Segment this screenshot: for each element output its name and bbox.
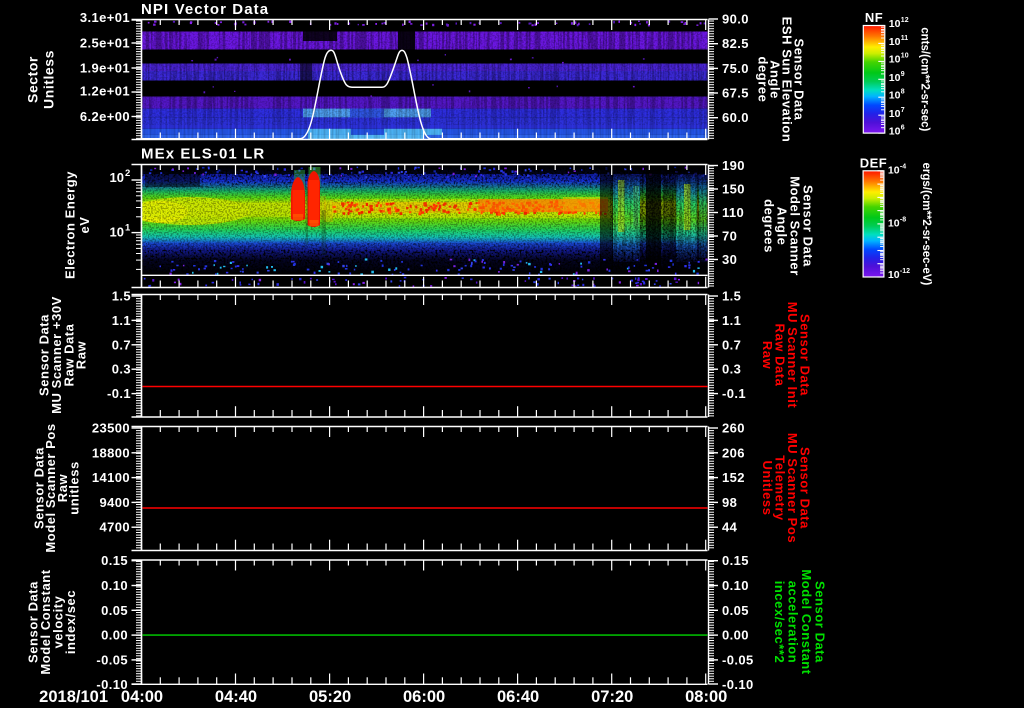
svg-text:2.5e+01: 2.5e+01 <box>80 35 130 50</box>
svg-text:206: 206 <box>722 445 745 460</box>
svg-text:23500: 23500 <box>92 421 130 436</box>
svg-text:10: 10 <box>901 53 909 60</box>
svg-text:98: 98 <box>722 495 737 510</box>
svg-text:0.10: 0.10 <box>101 578 128 593</box>
svg-text:6: 6 <box>901 124 905 131</box>
svg-text:18800: 18800 <box>92 445 130 460</box>
svg-text:2: 2 <box>125 168 130 179</box>
svg-text:07:20: 07:20 <box>591 688 633 706</box>
svg-text:260: 260 <box>722 421 745 436</box>
svg-text:Unitless: Unitless <box>760 461 775 516</box>
svg-text:7: 7 <box>901 107 905 114</box>
svg-text:2018/101: 2018/101 <box>39 688 108 706</box>
svg-text:0.05: 0.05 <box>101 603 128 618</box>
svg-text:-0.05: -0.05 <box>722 652 754 667</box>
svg-text:Raw: Raw <box>760 341 775 370</box>
svg-text:Sector: Sector <box>25 56 41 103</box>
svg-text:-8: -8 <box>900 216 906 223</box>
svg-text:11: 11 <box>901 35 909 42</box>
svg-text:10: 10 <box>889 54 901 66</box>
svg-text:90.0: 90.0 <box>722 12 749 27</box>
svg-text:1.1: 1.1 <box>112 313 131 328</box>
svg-text:1.5: 1.5 <box>722 289 741 304</box>
svg-text:05:20: 05:20 <box>309 688 351 706</box>
svg-text:10: 10 <box>889 36 901 48</box>
svg-text:14100: 14100 <box>92 470 130 485</box>
svg-text:0.00: 0.00 <box>101 628 128 643</box>
svg-text:0.15: 0.15 <box>722 553 749 568</box>
svg-text:10: 10 <box>110 170 124 185</box>
svg-text:Unitless: Unitless <box>41 50 57 109</box>
svg-text:190: 190 <box>722 158 745 173</box>
svg-text:-12: -12 <box>900 268 910 275</box>
svg-text:-0.05: -0.05 <box>96 652 128 667</box>
svg-text:0.3: 0.3 <box>112 362 131 377</box>
svg-text:DEF: DEF <box>860 155 888 170</box>
svg-text:-0.1: -0.1 <box>722 386 746 401</box>
svg-text:1.9e+01: 1.9e+01 <box>80 61 130 76</box>
svg-text:04:40: 04:40 <box>215 688 257 706</box>
svg-text:06:00: 06:00 <box>403 688 445 706</box>
svg-text:0.3: 0.3 <box>722 362 741 377</box>
svg-text:44: 44 <box>722 520 738 535</box>
svg-text:index/sec: index/sec <box>63 590 78 654</box>
svg-text:10: 10 <box>888 164 900 176</box>
svg-text:4700: 4700 <box>99 520 130 535</box>
svg-text:60.0: 60.0 <box>722 110 749 125</box>
svg-text:1.2e+01: 1.2e+01 <box>80 84 130 99</box>
svg-text:152: 152 <box>722 470 745 485</box>
svg-text:67.5: 67.5 <box>722 86 749 101</box>
svg-text:10: 10 <box>889 18 901 30</box>
svg-text:30: 30 <box>722 252 737 267</box>
svg-text:-0.1: -0.1 <box>107 386 131 401</box>
svg-text:cnts/(cm**2-sr-sec): cnts/(cm**2-sr-sec) <box>919 27 931 131</box>
svg-text:Electron Energy: Electron Energy <box>63 171 78 279</box>
svg-text:9400: 9400 <box>99 495 130 510</box>
svg-text:-4: -4 <box>900 163 906 170</box>
svg-text:NF: NF <box>865 10 883 25</box>
svg-text:110: 110 <box>722 205 744 220</box>
svg-text:incex/sec**2: incex/sec**2 <box>772 581 787 664</box>
svg-text:10: 10 <box>110 225 124 240</box>
svg-text:0.15: 0.15 <box>101 553 128 568</box>
svg-text:10: 10 <box>888 217 900 229</box>
svg-text:unitless: unitless <box>67 461 82 515</box>
svg-text:10: 10 <box>889 72 901 84</box>
svg-text:0.05: 0.05 <box>722 603 749 618</box>
svg-text:1: 1 <box>125 223 131 234</box>
svg-text:6.2e+00: 6.2e+00 <box>80 109 130 124</box>
svg-text:70: 70 <box>722 229 737 244</box>
svg-text:04:00: 04:00 <box>121 688 163 706</box>
svg-text:MEx ELS-01 LR: MEx ELS-01 LR <box>141 146 265 163</box>
svg-text:3.1e+01: 3.1e+01 <box>80 10 130 25</box>
svg-text:150: 150 <box>722 182 745 197</box>
svg-text:Raw: Raw <box>74 340 89 369</box>
svg-text:10: 10 <box>889 108 901 120</box>
svg-text:1.1: 1.1 <box>722 313 741 328</box>
svg-text:degree: degree <box>756 57 771 103</box>
svg-text:1.5: 1.5 <box>112 289 131 304</box>
svg-text:75.0: 75.0 <box>722 61 749 76</box>
svg-text:0.10: 0.10 <box>722 578 749 593</box>
svg-text:12: 12 <box>901 17 909 24</box>
svg-text:9: 9 <box>901 71 905 78</box>
svg-text:0.00: 0.00 <box>722 628 749 643</box>
svg-text:NPI Vector Data: NPI Vector Data <box>141 1 269 18</box>
svg-text:0.7: 0.7 <box>112 337 131 352</box>
svg-text:10: 10 <box>889 125 901 137</box>
svg-text:82.5: 82.5 <box>722 36 749 51</box>
svg-text:10: 10 <box>889 89 901 101</box>
svg-text:08:00: 08:00 <box>685 688 727 706</box>
svg-text:06:40: 06:40 <box>497 688 539 706</box>
svg-text:0.7: 0.7 <box>722 337 741 352</box>
svg-text:eV: eV <box>77 216 92 233</box>
svg-text:10: 10 <box>888 269 900 281</box>
svg-text:ergs/(cm**2-sr-sec-eV): ergs/(cm**2-sr-sec-eV) <box>920 163 932 286</box>
svg-text:8: 8 <box>901 88 905 95</box>
svg-text:degrees: degrees <box>762 199 777 253</box>
